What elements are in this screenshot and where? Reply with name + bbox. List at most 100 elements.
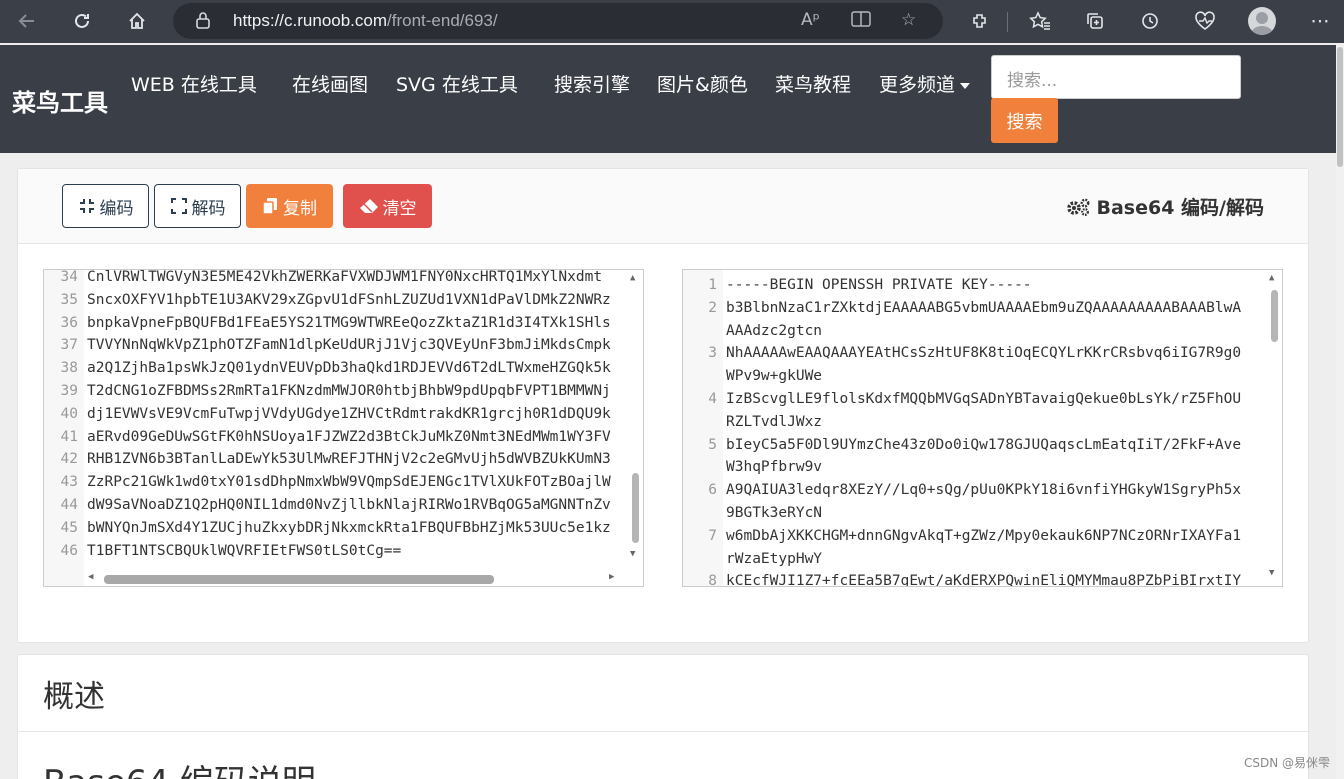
line-number: 42	[60, 451, 78, 468]
encode-label: 编码	[99, 198, 134, 219]
csdn-watermark: CSDN @易侎雫	[1243, 756, 1330, 770]
nav-online-drawing[interactable]: 在线画图	[292, 73, 372, 98]
input-horizontal-thumb[interactable]	[104, 575, 494, 584]
input-editor[interactable]: 34 CnlVRWlTWGVyN3E5ME42VkhZWERKaFVXWDJWM1…	[43, 269, 644, 587]
line-text: dW9SaVNoaDZ1Q2pHQ0NIL1dmd0NvZjllbkNlajRI…	[87, 497, 611, 513]
nav-runoob-tutorial[interactable]: 菜鸟教程	[775, 73, 855, 98]
page-scrollbar[interactable]	[1336, 43, 1344, 779]
line-text: RZLTvdlJWxz	[726, 413, 823, 430]
address-bar[interactable]: https://c.runoob.com/front-end/693/ Aᵖ ☆	[173, 3, 943, 39]
line-number: 46	[60, 542, 78, 559]
line-number: 44	[60, 497, 78, 513]
decode-button[interactable]: 解码	[154, 184, 241, 228]
toolbar-divider	[1007, 12, 1008, 32]
line-number: 43	[60, 474, 78, 491]
clear-label: 清空	[382, 198, 417, 219]
line-number: 3	[708, 345, 717, 362]
base64-tool-panel: 编码 解码 复制 清空 Base64 编码/解码 34 CnlVRWlTWGVyN…	[17, 168, 1309, 643]
line-number: 8	[708, 573, 717, 587]
line-text: -----BEGIN OPENSSH PRIVATE KEY-----	[726, 277, 1032, 293]
scroll-down-arrow-icon[interactable]: ▼	[630, 549, 635, 559]
back-icon[interactable]	[13, 7, 41, 35]
collections-icon[interactable]	[1081, 7, 1109, 35]
line-text: RHB1ZVN6b3BTanlLaDEwYk53UlMwREFJTHNjV2c2…	[87, 451, 611, 468]
nav-svg-tools[interactable]: SVG 在线工具	[396, 73, 531, 98]
profile-avatar[interactable]	[1248, 7, 1276, 35]
input-horizontal-scrollbar[interactable]: ◀ ▶	[84, 570, 629, 586]
nav-images-colors[interactable]: 图片&颜色	[657, 73, 749, 98]
browser-toolbar: https://c.runoob.com/front-end/693/ Aᵖ ☆…	[0, 0, 1344, 43]
line-number: 39	[60, 383, 78, 399]
output-editor[interactable]: 1 -----BEGIN OPENSSH PRIVATE KEY----- 2 b3B…	[682, 269, 1283, 587]
line-text: aERvd09GeDUwSGtFK0hNSUoya1FJZWZ2d3BtCkJu…	[87, 428, 611, 445]
input-vertical-scrollbar[interactable]: ▲ ▼	[627, 270, 643, 570]
input-vertical-thumb[interactable]	[632, 473, 639, 543]
line-text: 9BGTk3eRYcN	[726, 505, 823, 521]
tool-title-text: Base64 编码/解码	[1096, 197, 1265, 219]
line-number: 41	[60, 428, 78, 445]
line-number: 37	[60, 337, 78, 354]
line-number: 35	[60, 291, 78, 308]
site-search-input[interactable]: 搜索...	[991, 55, 1241, 99]
overview-section: 概述 Base64 编码说明	[17, 654, 1309, 779]
nav-search-engines[interactable]: 搜索引擎	[554, 73, 634, 98]
overview-divider	[18, 731, 1308, 732]
scroll-right-arrow-icon[interactable]: ▶	[609, 572, 614, 582]
line-text: CnlVRWlTWGVyN3E5ME42VkhZWERKaFVXWDJWM1FN…	[87, 269, 603, 285]
line-text: ZzRPc21GWk1wd0txY01sdDhpNmxWbW9VQmpSdEJE…	[87, 474, 611, 491]
line-number: 36	[60, 314, 78, 331]
nav-more-channels-label: 更多频道	[879, 74, 956, 96]
line-text: A9QAIUA3ledqr8XEzY//Lq0+sQg/pUu0KPkY18i6…	[726, 482, 1242, 499]
scroll-up-arrow-icon[interactable]: ▲	[1269, 273, 1274, 283]
line-number: 40	[60, 405, 78, 422]
line-text: rWzaEtypHwY	[726, 550, 823, 567]
nav-web-tools[interactable]: WEB 在线工具	[131, 73, 266, 98]
scroll-left-arrow-icon[interactable]: ◀	[88, 572, 93, 582]
compress-icon	[79, 199, 94, 213]
line-number: 2	[708, 299, 717, 316]
output-vertical-scrollbar[interactable]: ▲ ▼	[1266, 270, 1282, 586]
url-host: https://c.runoob.com	[233, 11, 388, 30]
copy-label: 复制	[283, 198, 317, 219]
history-icon[interactable]	[1136, 7, 1164, 35]
clear-button[interactable]: 清空	[343, 184, 432, 228]
nav-more-channels[interactable]: 更多频道	[879, 73, 971, 98]
favorite-star-icon[interactable]: ☆	[901, 10, 916, 30]
gears-icon	[1066, 198, 1089, 216]
reader-view-icon[interactable]	[851, 10, 871, 33]
site-header: 菜鸟工具 WEB 在线工具 在线画图 SVG 在线工具 搜索引擎 图片&颜色 菜…	[0, 45, 1336, 153]
tool-title: Base64 编码/解码	[1065, 193, 1265, 220]
line-number: 45	[60, 519, 78, 536]
line-text: AAAdzc2gtcn	[726, 322, 823, 339]
tool-toolbar: 编码 解码 复制 清空 Base64 编码/解码	[18, 169, 1308, 244]
copy-button[interactable]: 复制	[246, 184, 333, 228]
reload-icon[interactable]	[68, 7, 96, 35]
line-number: 7	[708, 527, 717, 544]
read-aloud-icon[interactable]: Aᵖ	[801, 10, 820, 30]
more-menu-icon[interactable]: ⋯	[1306, 7, 1334, 35]
line-number: 38	[60, 360, 78, 377]
url-path: /front-end/693/	[387, 11, 498, 30]
line-text: T2dCNG1oZFBDMSs2RmRTa1FKNzdmMWJOR0htbjBh…	[87, 383, 611, 399]
scroll-up-arrow-icon[interactable]: ▲	[630, 273, 635, 283]
site-search-button[interactable]: 搜索	[991, 98, 1058, 143]
scroll-down-arrow-icon[interactable]: ▼	[1269, 568, 1274, 578]
line-number: 6	[708, 482, 717, 499]
overview-subtitle: Base64 编码说明	[43, 755, 316, 779]
home-icon[interactable]	[123, 7, 151, 35]
line-number: 5	[708, 436, 717, 453]
favorites-icon[interactable]	[1026, 7, 1054, 35]
extensions-icon[interactable]	[966, 7, 994, 35]
performance-heart-icon[interactable]	[1191, 7, 1219, 35]
output-vertical-thumb[interactable]	[1271, 290, 1278, 342]
line-text: TVVYNnNqWkVpZ1phOTZFamN1dlpKeUdURjJ1Vjc3…	[87, 337, 611, 354]
line-text: dj1EVWVsVE9VcmFuTwpjVVdyUGdye1ZHVCtRdmtr…	[87, 405, 611, 422]
url-text: https://c.runoob.com/front-end/693/	[233, 11, 498, 31]
site-logo[interactable]: 菜鸟工具	[12, 83, 108, 118]
line-text: w6mDbAjXKKCHGM+dnnGNgvAkqT+gZWz/Mpy0ekau…	[726, 527, 1242, 544]
line-text: a2Q1ZjhBa1psWkJzQ01ydnVEUVpDb3haQkd1RDJE…	[87, 360, 611, 377]
line-text: bWNYQnJmSXd4Y1ZUCjhuZkxybDRjNkxmckRta1FB…	[87, 519, 611, 536]
line-text: b3BlbnNzaC1rZXktdjEAAAAABG5vbmUAAAAEbm9u…	[726, 299, 1242, 316]
line-text: bIeyC5a5F0Dl9UYmzChe43z0Do0iQw178GJUQaqs…	[726, 436, 1242, 453]
encode-button[interactable]: 编码	[62, 184, 149, 228]
